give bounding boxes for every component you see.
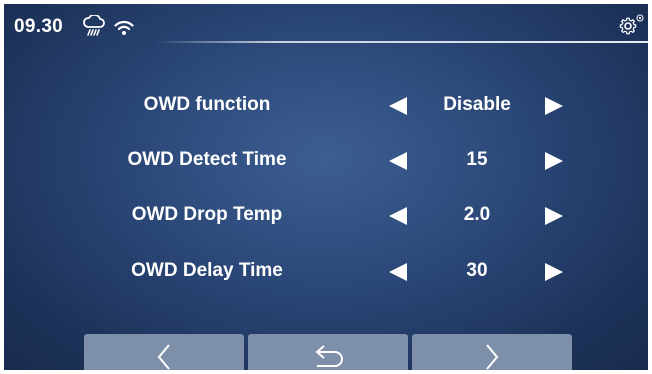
increase-arrow-icon[interactable] — [544, 96, 564, 121]
setting-row-owd-detect-time: OWD Detect Time 15 — [4, 143, 648, 179]
wifi-icon — [114, 20, 134, 41]
status-bar: 09.30 — [4, 4, 648, 46]
setting-label: OWD function — [143, 94, 271, 115]
return-arrow-icon — [315, 345, 343, 367]
setting-row-owd-function: OWD function Disable — [4, 88, 648, 124]
chevron-right-icon — [486, 344, 499, 370]
back-button[interactable] — [248, 334, 408, 370]
chevron-left-icon — [157, 344, 170, 370]
setting-row-owd-delay-time: OWD Delay Time 30 — [4, 254, 648, 290]
gear-icon[interactable] — [618, 13, 644, 42]
increase-arrow-icon[interactable] — [544, 151, 564, 176]
decrease-arrow-icon[interactable] — [388, 206, 408, 231]
next-page-button[interactable] — [412, 334, 572, 370]
previous-page-button[interactable] — [84, 334, 244, 370]
setting-value: 15 — [466, 149, 488, 170]
setting-row-owd-drop-temp: OWD Drop Temp 2.0 — [4, 198, 648, 234]
clock-time: 09.30 — [14, 16, 64, 37]
setting-label: OWD Drop Temp — [131, 204, 283, 225]
decrease-arrow-icon[interactable] — [388, 151, 408, 176]
setting-label: OWD Delay Time — [131, 260, 283, 281]
status-divider — [154, 41, 648, 43]
increase-arrow-icon[interactable] — [544, 262, 564, 287]
bottom-nav — [4, 334, 648, 370]
decrease-arrow-icon[interactable] — [388, 96, 408, 121]
cloud-drizzle-icon — [82, 13, 106, 42]
increase-arrow-icon[interactable] — [544, 206, 564, 231]
setting-value: 30 — [466, 260, 488, 281]
setting-label: OWD Detect Time — [127, 149, 287, 170]
setting-value: 2.0 — [463, 204, 491, 225]
setting-value: Disable — [443, 94, 511, 115]
decrease-arrow-icon[interactable] — [388, 262, 408, 287]
screen: 09.30 OWD function Disable OWD Detect Ti… — [4, 4, 648, 370]
